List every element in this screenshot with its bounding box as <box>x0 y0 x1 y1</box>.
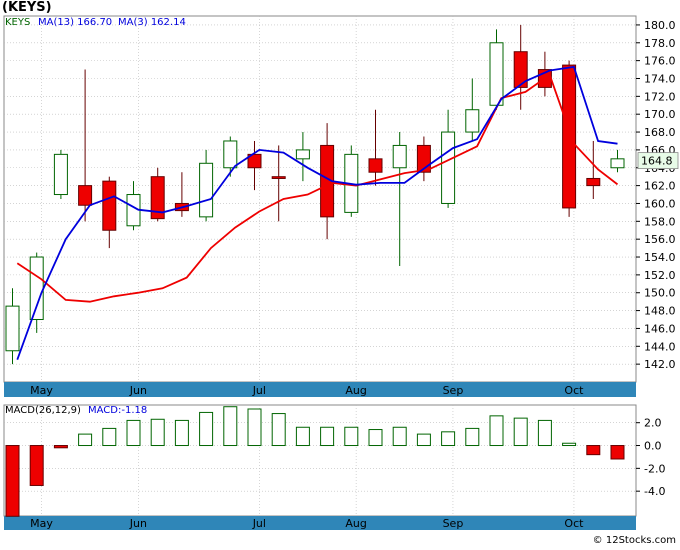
price-tick-label: 154.0 <box>644 251 676 264</box>
price-tick-label: 148.0 <box>644 305 676 318</box>
month-label: Oct <box>564 384 584 397</box>
candle-body <box>29 256 44 321</box>
candle-body <box>489 42 504 106</box>
macd-tick-label: 2.0 <box>644 417 662 430</box>
candle-body <box>441 131 456 204</box>
macd-bar <box>174 419 189 447</box>
macd-bar <box>271 413 286 447</box>
macd-bar <box>247 408 262 447</box>
macd-bar <box>344 426 359 447</box>
macd-bar <box>586 445 601 456</box>
price-tick-label: 156.0 <box>644 233 676 246</box>
legend-symbol: KEYS <box>5 17 30 28</box>
candle-body <box>562 64 577 209</box>
macd-tick-label: -2.0 <box>644 462 665 475</box>
month-label: Jul <box>252 384 266 397</box>
month-label: May <box>30 384 53 397</box>
candle-body <box>465 109 480 133</box>
candle-body <box>368 158 383 173</box>
price-tick-label: 158.0 <box>644 215 676 228</box>
candle-body <box>53 153 68 196</box>
month-label: Jun <box>129 384 147 397</box>
candle-body <box>78 185 93 206</box>
price-tick-label: 174.0 <box>644 72 676 85</box>
legend-ma3: MA(3) 162.14 <box>118 17 186 28</box>
candle-body <box>199 162 214 218</box>
macd-bar <box>441 431 456 447</box>
macd-month-label: May <box>30 517 53 530</box>
macd-bar <box>126 419 141 447</box>
macd-legend: MACD(26,12,9) <box>5 405 81 416</box>
macd-bar <box>53 445 68 449</box>
macd-tick-label: 0.0 <box>644 440 662 453</box>
price-date-axis-bar <box>4 382 636 397</box>
price-tick-label: 144.0 <box>644 340 676 353</box>
last-price-label: 164.8 <box>641 155 673 168</box>
candle-body <box>5 305 20 352</box>
macd-bar <box>223 406 238 447</box>
macd-bar <box>392 426 407 447</box>
macd-month-label: Aug <box>345 517 366 530</box>
macd-legend-value: MACD:-1.18 <box>88 405 147 416</box>
price-tick-label: 172.0 <box>644 90 676 103</box>
price-tick-label: 178.0 <box>644 37 676 50</box>
chart-canvas: 142.0 144.0 146.0 148.0 150.0 152.0 154.0 156.0… <box>3 15 679 546</box>
macd-bar <box>416 433 431 447</box>
candle-body <box>392 144 407 169</box>
macd-bar <box>102 427 117 447</box>
price-tick-label: 150.0 <box>644 287 676 300</box>
macd-bar <box>29 445 44 486</box>
macd-bar <box>610 445 625 460</box>
price-tick-label: 170.0 <box>644 108 676 121</box>
candle-body <box>586 177 601 187</box>
legend-ma13: MA(13) 166.70 <box>38 17 112 28</box>
macd-bar <box>78 433 93 447</box>
stock-chart: (KEYS) 142.0 144.0 146.0 148.0 150.0 152.0 154… <box>0 0 680 546</box>
candle-body <box>610 158 625 169</box>
price-tick-label: 142.0 <box>644 358 676 371</box>
macd-date-axis-bar <box>4 516 636 530</box>
macd-tick-label: -4.0 <box>644 485 665 498</box>
ticker-title: (KEYS) <box>2 0 52 15</box>
candle-body <box>102 180 117 231</box>
macd-bar <box>537 419 552 447</box>
macd-month-label: Sep <box>443 517 464 530</box>
month-label: Sep <box>443 384 464 397</box>
macd-month-label: Jul <box>252 517 266 530</box>
footer-credit: © 12Stocks.com <box>593 535 676 546</box>
macd-bar <box>513 417 528 447</box>
price-tick-label: 176.0 <box>644 55 676 68</box>
macd-bar <box>5 445 20 517</box>
macd-bar <box>562 442 577 447</box>
price-tick-label: 152.0 <box>644 269 676 282</box>
price-tick-label: 180.0 <box>644 19 676 32</box>
candle-body <box>223 140 238 169</box>
macd-month-label: Oct <box>564 517 584 530</box>
candle-body <box>271 176 286 179</box>
macd-bar <box>320 426 335 447</box>
candle-body <box>295 149 310 160</box>
macd-bar <box>150 418 165 447</box>
month-label: Aug <box>345 384 366 397</box>
macd-month-label: Jun <box>129 517 147 530</box>
price-tick-label: 162.0 <box>644 180 676 193</box>
macd-bar <box>465 427 480 447</box>
macd-bar <box>368 429 383 447</box>
macd-bar <box>295 426 310 447</box>
macd-bar <box>199 411 214 447</box>
macd-bar <box>489 415 504 447</box>
price-tick-label: 160.0 <box>644 197 676 210</box>
price-tick-label: 146.0 <box>644 322 676 335</box>
price-tick-label: 168.0 <box>644 126 676 139</box>
